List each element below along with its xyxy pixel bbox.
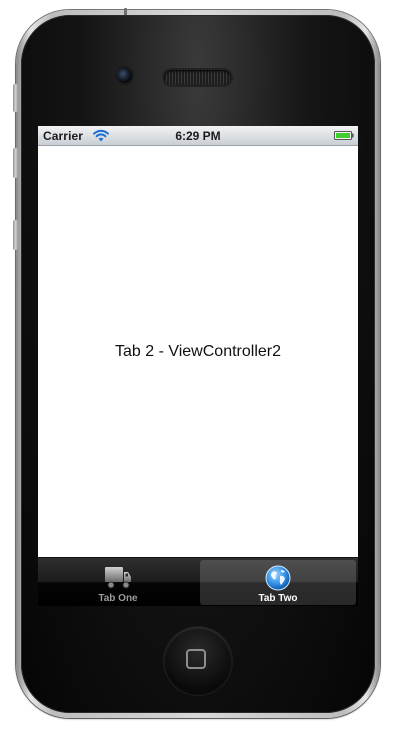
view-controller-content: Tab 2 - ViewController2 xyxy=(38,146,358,557)
status-time: 6:29 PM xyxy=(175,129,221,143)
volume-up-button[interactable] xyxy=(13,148,18,178)
tab-two[interactable]: Tab Two xyxy=(200,560,356,605)
tab-bar: Tab One Tab Two xyxy=(38,557,358,606)
tab-one[interactable]: Tab One xyxy=(40,560,196,605)
volume-down-button[interactable] xyxy=(13,220,18,250)
screen: Carrier 6:29 PM Tab 2 - ViewController2 xyxy=(38,126,358,606)
view-label: Tab 2 - ViewController2 xyxy=(114,343,281,360)
front-camera xyxy=(117,68,132,83)
home-button[interactable] xyxy=(164,627,232,695)
truck-icon xyxy=(105,567,131,589)
status-bar: Carrier 6:29 PM xyxy=(38,126,358,146)
battery-icon xyxy=(334,131,354,140)
mute-switch[interactable] xyxy=(13,84,18,112)
home-square-icon xyxy=(186,649,206,669)
tab-one-label: Tab One xyxy=(98,593,138,604)
tab-two-label: Tab Two xyxy=(258,593,298,604)
earpiece-speaker xyxy=(164,70,231,85)
globe-icon xyxy=(265,565,291,591)
